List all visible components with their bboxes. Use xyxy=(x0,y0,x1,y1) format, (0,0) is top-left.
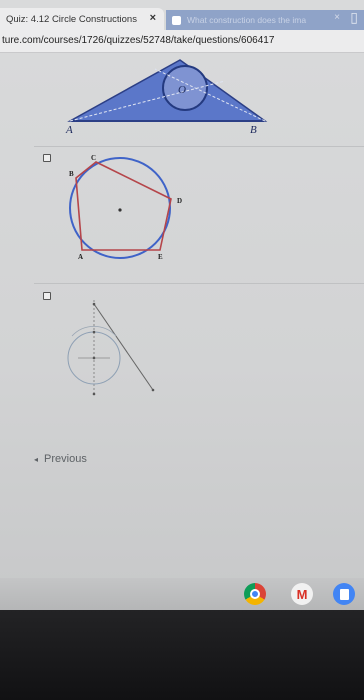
answer-checkbox-2[interactable] xyxy=(43,292,51,300)
tab-title: What construction does the ima xyxy=(187,15,307,25)
device-bezel xyxy=(0,610,364,700)
tab-strip: Quiz: 4.12 Circle Constructions × What c… xyxy=(0,8,364,30)
option-figure-tangent xyxy=(67,300,155,396)
page-favicon-icon xyxy=(172,15,181,25)
label-a: A xyxy=(78,253,83,261)
tab-quiz[interactable]: Quiz: 4.12 Circle Constructions × xyxy=(0,8,164,30)
close-tab-icon[interactable]: × xyxy=(334,12,340,23)
label-b: B xyxy=(69,170,74,178)
point-mid xyxy=(92,330,96,334)
tangent-line xyxy=(93,303,154,391)
chrome-icon[interactable] xyxy=(244,583,266,605)
divider xyxy=(34,146,364,147)
center-point xyxy=(118,208,122,212)
divider xyxy=(34,283,364,284)
chevron-left-icon: ◂ xyxy=(34,454,39,464)
docs-icon[interactable] xyxy=(333,583,355,605)
close-tab-icon[interactable]: × xyxy=(150,12,156,24)
label-o: O xyxy=(178,84,186,96)
question-figure: O A B xyxy=(65,59,268,135)
label-e: E xyxy=(158,253,163,261)
tab-search[interactable]: What construction does the ima × ▯ xyxy=(166,9,364,30)
label-c: C xyxy=(91,154,96,162)
screen: Quiz: 4.12 Circle Constructions × What c… xyxy=(0,0,364,610)
point-end xyxy=(151,388,155,392)
label-a: A xyxy=(65,124,73,135)
tab-title: Quiz: 4.12 Circle Constructions xyxy=(6,13,137,25)
point-bottom xyxy=(92,392,96,396)
option-figure-pentagon: C B D A E xyxy=(69,154,182,261)
previous-button[interactable]: ◂ Previous xyxy=(30,449,100,469)
url-text: ture.com/courses/1726/quizzes/52748/take… xyxy=(2,35,275,46)
address-bar[interactable]: ture.com/courses/1726/quizzes/52748/take… xyxy=(0,30,364,53)
point-center xyxy=(92,356,96,360)
gmail-icon[interactable]: M xyxy=(291,583,313,605)
label-b: B xyxy=(250,124,257,135)
new-tab-icon[interactable]: ▯ xyxy=(350,9,358,26)
answer-checkbox-1[interactable] xyxy=(43,154,51,162)
os-shelf: M xyxy=(0,578,364,610)
label-d: D xyxy=(177,197,182,205)
point-top xyxy=(92,302,96,306)
previous-label: Previous xyxy=(44,453,87,465)
